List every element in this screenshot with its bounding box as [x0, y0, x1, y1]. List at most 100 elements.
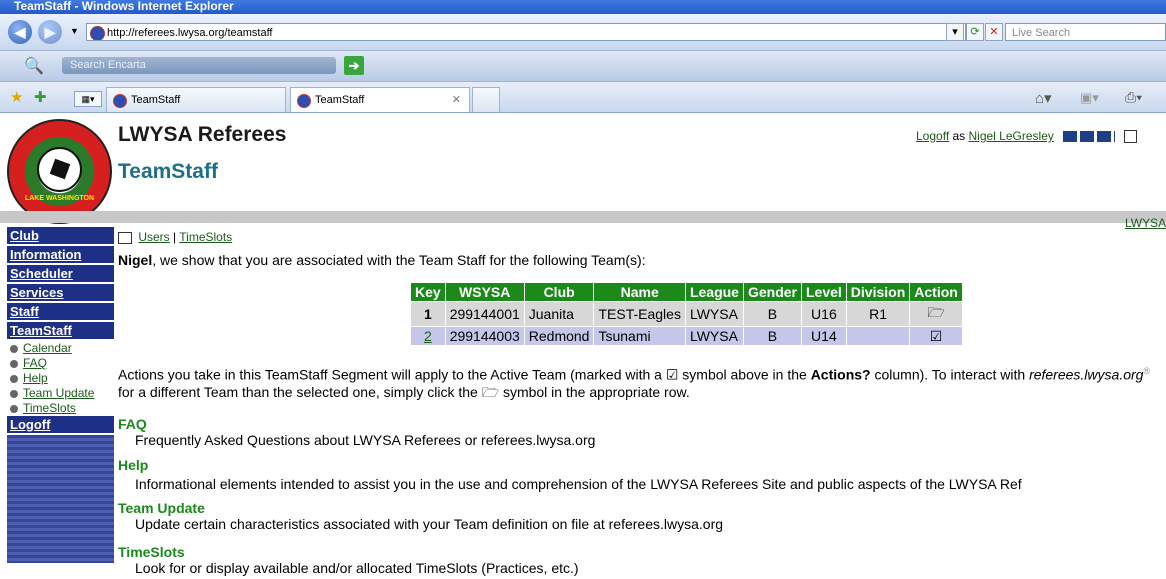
key-link[interactable]: 2 — [424, 328, 432, 344]
bullet-icon — [10, 404, 18, 413]
col-level: Level — [800, 282, 847, 302]
live-search-input[interactable]: Live Search — [1005, 23, 1166, 41]
section-desc: Look for or display available and/or all… — [135, 560, 579, 576]
sidebar-sub-timeslots[interactable]: TimeSlots — [7, 401, 114, 416]
history-dropdown-icon[interactable]: ▼ — [70, 26, 79, 36]
cell-gender: B — [742, 326, 802, 346]
section-desc: Informational elements intended to assis… — [135, 476, 1022, 492]
encarta-search-input[interactable]: Search Encarta — [62, 57, 336, 74]
tab-label: TeamStaff — [315, 94, 365, 106]
url-field[interactable]: http://referees.lwysa.org/teamstaff — [86, 23, 966, 41]
folder-icon — [118, 231, 132, 244]
site-icon — [90, 26, 105, 40]
stop-icon[interactable]: ✕ — [985, 23, 1003, 41]
tab-favicon — [297, 94, 311, 108]
intro-name: Nigel — [118, 252, 153, 268]
checkbox-icon: ☑ — [665, 366, 679, 383]
cell-division: R1 — [845, 301, 911, 327]
col-gender: Gender — [742, 282, 802, 302]
feeds-icon[interactable]: ▣▾ — [1080, 90, 1099, 106]
soccer-ball-icon — [37, 147, 82, 192]
col-club: Club — [523, 282, 595, 302]
url-dropdown-icon[interactable]: ▾ — [946, 23, 964, 41]
tab-bar: ★ ✚ ▦▾ TeamStaff TeamStaff ✕ ⌂▾ ▣▾ ⎙▾ — [0, 82, 1166, 113]
timeslots-link[interactable]: TimeSlots — [23, 401, 76, 415]
col-name: Name — [593, 282, 686, 302]
search-icon[interactable] — [1123, 130, 1137, 144]
bullet-icon — [10, 389, 18, 398]
crumb-separator: | — [169, 230, 180, 244]
active-checkbox-icon: ☑ — [909, 326, 963, 346]
sidebar-sub-calendar[interactable]: Calendar — [7, 341, 114, 356]
users-link[interactable]: Users — [138, 230, 169, 244]
sidebar-item-scheduler[interactable]: Scheduler — [7, 265, 114, 282]
page-title: TeamStaff — [118, 160, 218, 183]
tab-teamstaff-1[interactable]: TeamStaff — [106, 87, 286, 112]
cell-key[interactable]: 2 — [410, 326, 446, 346]
close-tab-icon[interactable]: ✕ — [452, 88, 461, 112]
lwysa-link[interactable]: LWYSA — [1125, 216, 1166, 230]
print-icon[interactable]: ⎙▾ — [1125, 89, 1142, 106]
sidebar-sub-faq[interactable]: FAQ — [7, 356, 114, 371]
url-text: http://referees.lwysa.org/teamstaff — [107, 27, 273, 39]
timeslots-crumb-link[interactable]: TimeSlots — [179, 230, 232, 244]
logoff-link[interactable]: Logoff — [916, 129, 949, 143]
calendar-link[interactable]: Calendar — [23, 341, 72, 355]
bullet-icon — [10, 344, 18, 353]
cell-club: Juanita — [523, 301, 595, 327]
sidebar: Club Information Scheduler Services Staf… — [7, 227, 114, 579]
team-update-link[interactable]: Team Update — [23, 386, 94, 400]
col-league: League — [684, 282, 744, 302]
sidebar-item-club[interactable]: Club — [7, 227, 114, 244]
sidebar-pattern — [7, 435, 114, 563]
add-favorites-icon[interactable]: ✚ — [34, 88, 47, 106]
tab-favicon — [113, 94, 127, 108]
window-title: TeamStaff - Windows Internet Explorer — [0, 0, 1166, 14]
section-title[interactable]: Help — [118, 457, 1022, 473]
forward-button[interactable]: ▶ — [38, 20, 62, 44]
header-band — [0, 211, 1166, 223]
table-row: 1 299144001 Juanita TEST-Eagles LWYSA B … — [410, 301, 963, 327]
user-name-link[interactable]: Nigel LeGresley — [969, 129, 1054, 143]
sidebar-item-services[interactable]: Services — [7, 284, 114, 301]
help-link[interactable]: Help — [23, 371, 48, 385]
folder-action-icon[interactable]: 🗁 — [909, 301, 963, 327]
sidebar-sub-team-update[interactable]: Team Update — [7, 386, 114, 401]
teams-table: Key WSYSA Club Name League Gender Level … — [410, 282, 963, 346]
bullet-icon — [10, 374, 18, 383]
cell-level: U14 — [800, 326, 847, 346]
sidebar-item-staff[interactable]: Staff — [7, 303, 114, 320]
address-bar: ◀ ▶ ▼ http://referees.lwysa.org/teamstaf… — [0, 14, 1166, 51]
tab-teamstaff-2[interactable]: TeamStaff ✕ — [290, 87, 470, 112]
sidebar-item-information[interactable]: Information — [7, 246, 114, 263]
cell-club: Redmond — [523, 326, 595, 346]
sidebar-item-logoff[interactable]: Logoff — [7, 416, 114, 433]
home-icon[interactable]: ⌂▾ — [1035, 89, 1052, 107]
refresh-icon[interactable]: ⟳ — [966, 23, 984, 41]
cell-division — [845, 326, 911, 346]
cell-league: LWYSA — [684, 326, 744, 346]
favorites-star-icon[interactable]: ★ — [10, 88, 23, 106]
col-action: Action — [909, 282, 963, 302]
toolbar-icons[interactable] — [1063, 131, 1116, 143]
cell-wsysa: 299144001 — [444, 301, 525, 327]
intro-text: Nigel, we show that you are associated w… — [118, 252, 646, 268]
section-title[interactable]: TimeSlots — [118, 544, 579, 560]
sidebar-item-teamstaff[interactable]: TeamStaff — [7, 322, 114, 339]
encarta-toolbar: 🔍 Search Encarta ➔ — [0, 51, 1166, 82]
encarta-go-button[interactable]: ➔ — [344, 56, 364, 75]
cell-gender: B — [742, 301, 802, 327]
encarta-search-icon: 🔍 — [24, 58, 44, 75]
section-title[interactable]: Team Update — [118, 500, 723, 516]
faq-link[interactable]: FAQ — [23, 356, 47, 370]
sidebar-sub-help[interactable]: Help — [7, 371, 114, 386]
cell-league: LWYSA — [684, 301, 744, 327]
quick-tabs-icon[interactable]: ▦▾ — [74, 91, 102, 107]
section-team-update: Team Update Update certain characteristi… — [118, 500, 723, 532]
section-title[interactable]: FAQ — [118, 416, 595, 432]
new-tab-button[interactable] — [472, 87, 500, 112]
site-title: LWYSA Referees — [118, 123, 287, 146]
cell-key: 1 — [410, 301, 446, 327]
as-text: as — [949, 129, 969, 143]
back-button[interactable]: ◀ — [8, 20, 32, 44]
